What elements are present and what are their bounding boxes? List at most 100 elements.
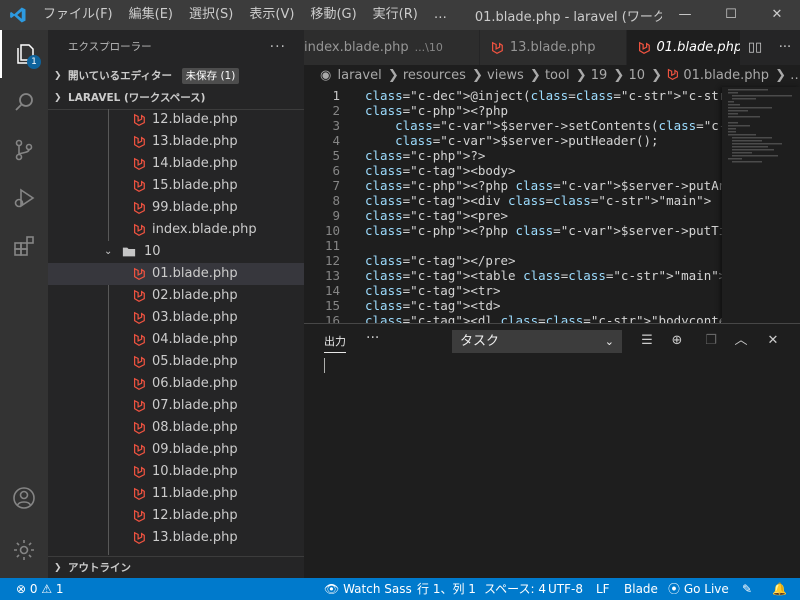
chevron-right-icon: ❯ [54, 71, 62, 81]
menu-selection[interactable]: 選択(S) [181, 0, 241, 30]
encoding[interactable]: UTF-8 [548, 578, 583, 600]
tab-path-suffix: ...\10 [414, 41, 443, 54]
menu-edit[interactable]: 編集(E) [121, 0, 181, 30]
sidebar-more-icon[interactable]: ··· [270, 30, 286, 65]
workspace-section[interactable]: ❯ LARAVEL (ワークスペース) [48, 87, 304, 110]
gear-icon [14, 540, 34, 560]
tab-output[interactable]: 出力 [324, 333, 346, 353]
extensions-activity-button[interactable] [0, 222, 48, 270]
menu-view[interactable]: 表示(V) [241, 0, 302, 30]
tree-file[interactable]: 13.blade.php [48, 131, 304, 153]
tree-file[interactable]: 12.blade.php [48, 505, 304, 527]
breadcrumb-item[interactable]: views [487, 68, 524, 83]
menu-run[interactable]: 実行(R) [365, 0, 426, 30]
tree-file[interactable]: 07.blade.php [48, 395, 304, 417]
breadcrumb-item[interactable]: tool [545, 68, 570, 83]
tree-file[interactable]: 99.blade.php [48, 197, 304, 219]
split-editor-icon[interactable]: ▯▯ [740, 30, 770, 65]
cursor-position[interactable]: 行 1、列 1 [417, 578, 476, 600]
editor-more-icon[interactable]: ··· [770, 30, 800, 65]
tree-file[interactable]: 04.blade.php [48, 329, 304, 351]
minimize-button[interactable]: — [662, 0, 708, 30]
breadcrumb-item[interactable]: 01.blade.php [683, 68, 769, 83]
maximize-panel-icon[interactable]: ︿ [730, 330, 752, 352]
laravel-icon [134, 421, 145, 434]
tab-index-blade[interactable]: index.blade.php ...\10 [304, 30, 480, 65]
maximize-button[interactable]: ☐ [708, 0, 754, 30]
tree-file-name: 06.blade.php [152, 376, 238, 391]
tree-file[interactable]: 13.blade.php [48, 527, 304, 549]
breadcrumb-item[interactable]: … [790, 68, 800, 83]
open-editors-section[interactable]: ❯ 開いているエディター 未保存 (1) [48, 65, 304, 87]
tree-file[interactable]: 08.blade.php [48, 417, 304, 439]
code-line: class="c-tag"><div class=class="c-str">"… [365, 193, 712, 208]
tree-file[interactable]: 11.blade.php [48, 483, 304, 505]
tree-file[interactable]: 14.blade.php [48, 153, 304, 175]
source-control-activity-button[interactable] [0, 126, 48, 174]
laravel-icon [134, 135, 145, 148]
indentation[interactable]: スペース: 4 [484, 578, 546, 600]
menu-go[interactable]: 移動(G) [302, 0, 364, 30]
close-panel-icon[interactable]: ✕ [762, 330, 784, 352]
tree-file[interactable]: 02.blade.php [48, 285, 304, 307]
breadcrumb-item[interactable]: 10 [628, 68, 645, 83]
outline-label: アウトライン [68, 562, 131, 574]
chevron-right-icon: ❯ [54, 563, 62, 573]
problems-indicator[interactable]: ⊗ 0 ⚠ 1 [16, 578, 64, 600]
code-line: class="c-tag"><pre> [365, 208, 508, 223]
search-activity-button[interactable] [0, 78, 48, 126]
outline-section[interactable]: ❯ アウトライン [48, 556, 304, 578]
laravel-icon [134, 201, 145, 214]
tree-file[interactable]: index.blade.php [48, 219, 304, 241]
panel-more-icon[interactable]: ··· [366, 330, 379, 346]
feedback-icon[interactable]: ✎ [742, 578, 752, 600]
vscode-logo-icon [0, 0, 35, 30]
line-number: 7 [332, 178, 340, 193]
tree-file[interactable]: 06.blade.php [48, 373, 304, 395]
explorer-activity-button[interactable]: 1 [0, 30, 48, 78]
close-window-button[interactable]: ✕ [754, 0, 800, 30]
line-number: 3 [332, 118, 340, 133]
breadcrumb-item[interactable]: 19 [591, 68, 608, 83]
menu-more[interactable]: … [426, 0, 455, 30]
clear-output-icon[interactable]: ☰ [636, 330, 658, 352]
minimap[interactable] [722, 87, 800, 323]
language-mode[interactable]: Blade [624, 578, 658, 600]
tree-file[interactable]: 09.blade.php [48, 439, 304, 461]
unsaved-badge: 未保存 (1) [181, 68, 240, 84]
activity-bar: 1 [0, 30, 48, 578]
breadcrumb-item[interactable]: laravel [337, 68, 381, 83]
tree-file[interactable]: 10.blade.php [48, 461, 304, 483]
breadcrumb-item[interactable]: resources [403, 68, 466, 83]
breadcrumb: ◉ laravel ❯ resources ❯ views ❯ tool ❯ 1… [304, 65, 800, 87]
title-bar: ファイル(F) 編集(E) 選択(S) 表示(V) 移動(G) 実行(R) … … [0, 0, 800, 30]
tab-13-blade[interactable]: 13.blade.php [479, 30, 627, 65]
tree-file-name: 12.blade.php [152, 508, 238, 523]
accounts-activity-button[interactable] [0, 474, 48, 522]
manage-activity-button[interactable] [0, 526, 48, 574]
end-of-line[interactable]: LF [596, 578, 610, 600]
bell-icon[interactable]: 🔔 [772, 578, 787, 600]
folder-10[interactable]: ⌄ 10 [48, 241, 304, 263]
tree-file[interactable]: 05.blade.php [48, 351, 304, 373]
tree-file[interactable]: 12.blade.php [48, 109, 304, 131]
watch-sass-button[interactable]: 👁 Watch Sass [324, 578, 412, 600]
laravel-icon [134, 311, 145, 324]
laravel-icon [134, 487, 145, 500]
laravel-icon [134, 465, 145, 478]
laravel-icon [134, 377, 145, 390]
menu-file[interactable]: ファイル(F) [35, 0, 121, 30]
tree-file-name: 11.blade.php [152, 486, 238, 501]
tree-file-name: 14.blade.php [152, 156, 238, 171]
tree-file[interactable]: 15.blade.php [48, 175, 304, 197]
output-channel-select[interactable]: タスク ⌄ [452, 330, 622, 353]
tree-file[interactable]: 03.blade.php [48, 307, 304, 329]
folder-icon [122, 247, 136, 257]
run-debug-activity-button[interactable] [0, 174, 48, 222]
tree-file[interactable]: 01.blade.php [48, 263, 304, 285]
code-line: class="c-tag"><body> [365, 163, 516, 178]
code-line: class="c-tag"></pre> [365, 253, 516, 268]
go-live-button[interactable]: ⦿ Go Live [668, 578, 729, 600]
lock-scroll-icon[interactable]: ⊕ [666, 330, 688, 352]
sidebar-title-text: エクスプローラー [68, 41, 152, 53]
